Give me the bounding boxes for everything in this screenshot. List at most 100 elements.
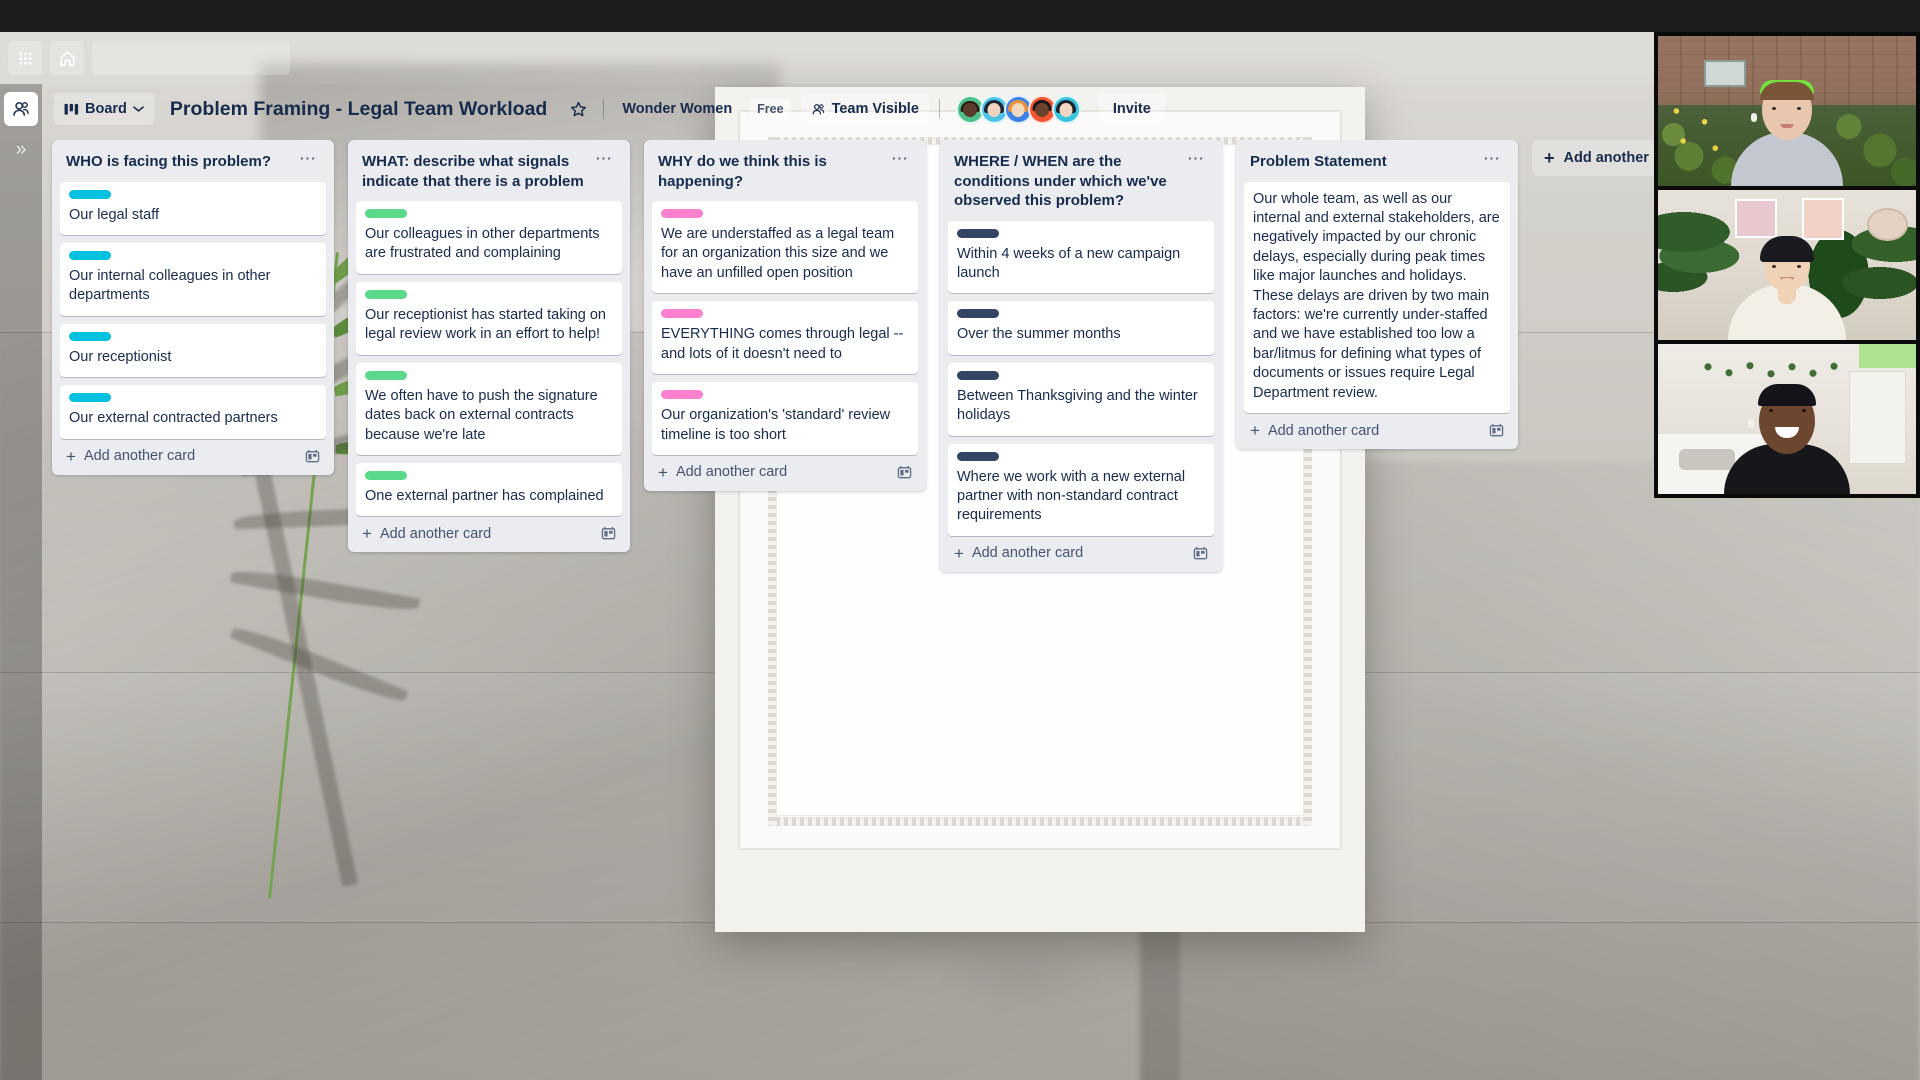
list-header[interactable]: WHAT: describe what signals indicate tha… [356, 148, 622, 201]
list-header[interactable]: WHERE / WHEN are the conditions under wh… [948, 148, 1214, 221]
card[interactable]: Our internal colleagues in other departm… [60, 242, 326, 316]
workspace-name[interactable]: Wonder Women [614, 101, 740, 117]
card-label[interactable] [365, 370, 407, 380]
card-text: Our receptionist has started taking on l… [365, 306, 606, 343]
card[interactable]: Our legal staff [60, 181, 326, 235]
search-input[interactable] [100, 50, 281, 66]
card-label[interactable] [365, 289, 407, 299]
card[interactable]: Between Thanksgiving and the winter holi… [948, 362, 1214, 436]
card-label[interactable] [957, 228, 999, 238]
card-label[interactable] [69, 250, 111, 260]
card-text: Our organization's 'standard' review tim… [661, 407, 891, 443]
card-label[interactable] [69, 393, 111, 403]
sidebar-expand-button[interactable]: » [16, 140, 27, 159]
card[interactable]: Where we work with a new external partne… [948, 443, 1214, 536]
participant-1 [1658, 36, 1916, 186]
list-menu-icon[interactable]: ⋯ [592, 150, 616, 167]
star-outline-icon [570, 101, 586, 116]
card-label[interactable] [957, 451, 999, 461]
add-list-label: Add another [1563, 150, 1649, 166]
list-problem-statement[interactable]: Problem Statement ⋯ Our whole team, as w… [1236, 140, 1518, 450]
list-menu-icon[interactable]: ⋯ [1184, 150, 1208, 167]
invite-button[interactable]: Invite [1098, 93, 1165, 125]
card-label[interactable] [69, 189, 111, 199]
card[interactable]: Our whole team, as well as our internal … [1244, 181, 1510, 414]
card-template-icon[interactable] [305, 449, 320, 464]
card-label[interactable] [661, 390, 703, 400]
list-header[interactable]: Problem Statement ⋯ [1244, 148, 1510, 182]
board-view-icon [64, 103, 79, 115]
card-label[interactable] [365, 209, 407, 218]
card[interactable]: We often have to push the signature date… [356, 362, 622, 455]
card-template-icon[interactable] [1193, 546, 1208, 561]
card[interactable]: EVERYTHING comes through legal -- and lo… [652, 301, 918, 375]
card[interactable]: Our external contracted partners [60, 385, 326, 439]
list-header[interactable]: WHY do we think this is happening? ⋯ [652, 148, 918, 201]
card-label[interactable] [661, 209, 703, 218]
card-text: Within 4 weeks of a new campaign launch [957, 245, 1181, 281]
star-board-button[interactable] [563, 94, 593, 124]
board-visibility-label: Team Visible [831, 101, 919, 117]
add-card-button[interactable]: + Add another card [356, 516, 622, 546]
list-why[interactable]: WHY do we think this is happening? ⋯ We … [644, 140, 926, 491]
home-icon [59, 50, 75, 66]
card[interactable]: Our organization's 'standard' review tim… [652, 382, 918, 455]
add-card-button[interactable]: + Add another card [60, 439, 326, 469]
video-tile-3[interactable] [1658, 344, 1916, 494]
list-menu-icon[interactable]: ⋯ [888, 150, 912, 167]
add-card-button[interactable]: + Add another card [652, 455, 918, 485]
list-who[interactable]: WHO is facing this problem? ⋯ Our legal … [52, 140, 334, 475]
card[interactable]: One external partner has complained [356, 462, 622, 517]
left-sidebar-rail: » [0, 84, 42, 1080]
card-label[interactable] [69, 331, 111, 341]
list-menu-icon[interactable]: ⋯ [296, 150, 320, 167]
avatar[interactable] [1051, 94, 1081, 124]
board-visibility-button[interactable]: Team Visible [800, 93, 929, 125]
board-view-switcher[interactable]: Board [54, 93, 154, 125]
add-card-button[interactable]: + Add another card [948, 536, 1214, 566]
card-text: Our external contracted partners [69, 410, 278, 427]
plan-badge[interactable]: Free [750, 99, 791, 119]
video-tile-2[interactable] [1658, 190, 1916, 340]
card-text: Our legal staff [69, 206, 160, 223]
video-call-panel [1654, 32, 1920, 498]
screen: Trello [0, 0, 1920, 1080]
card-text: Over the summer months [957, 326, 1121, 343]
apps-grid-button[interactable] [8, 41, 42, 75]
plus-icon: + [954, 543, 964, 563]
header-divider [603, 99, 605, 119]
video-tile-1[interactable] [1658, 36, 1916, 186]
list-header[interactable]: WHO is facing this problem? ⋯ [60, 148, 326, 182]
card-list: Within 4 weeks of a new campaign launch … [948, 220, 1214, 536]
card[interactable]: We are understaffed as a legal team for … [652, 201, 918, 294]
card-label[interactable] [365, 470, 407, 480]
home-button[interactable] [50, 41, 84, 75]
card-template-icon[interactable] [1489, 423, 1504, 438]
list-menu-icon[interactable]: ⋯ [1480, 150, 1504, 167]
card[interactable]: Within 4 weeks of a new campaign launch [948, 220, 1214, 294]
card-template-icon[interactable] [601, 526, 616, 541]
add-card-button[interactable]: + Add another card [1244, 413, 1510, 443]
card[interactable]: Our receptionist [60, 323, 326, 378]
card-text: Our colleagues in other departments are … [365, 226, 600, 262]
plus-icon: + [658, 462, 668, 482]
list-what[interactable]: WHAT: describe what signals indicate tha… [348, 140, 630, 553]
add-card-label: Add another card [379, 525, 492, 542]
card-label[interactable] [957, 370, 999, 380]
card-template-icon[interactable] [897, 465, 912, 480]
search-box[interactable] [92, 41, 290, 75]
sidebar-item-members[interactable] [4, 92, 38, 126]
card[interactable]: Our colleagues in other departments are … [356, 201, 622, 274]
top-navigation-bar [0, 32, 1920, 84]
card-text: Between Thanksgiving and the winter holi… [957, 387, 1198, 424]
card-text: We are understaffed as a legal team for … [661, 226, 895, 281]
add-card-label: Add another card [971, 545, 1084, 562]
browser-chrome-bar [0, 0, 1920, 32]
list-where-when[interactable]: WHERE / WHEN are the conditions under wh… [940, 140, 1222, 572]
page-title[interactable]: Problem Framing - Legal Team Workload [164, 98, 553, 121]
board-header: Board Problem Framing - Legal Team Workl… [42, 84, 1920, 134]
card[interactable]: Our receptionist has started taking on l… [356, 281, 622, 355]
card-label[interactable] [661, 309, 703, 319]
card[interactable]: Over the summer months [948, 301, 1214, 355]
card-label[interactable] [957, 309, 999, 319]
